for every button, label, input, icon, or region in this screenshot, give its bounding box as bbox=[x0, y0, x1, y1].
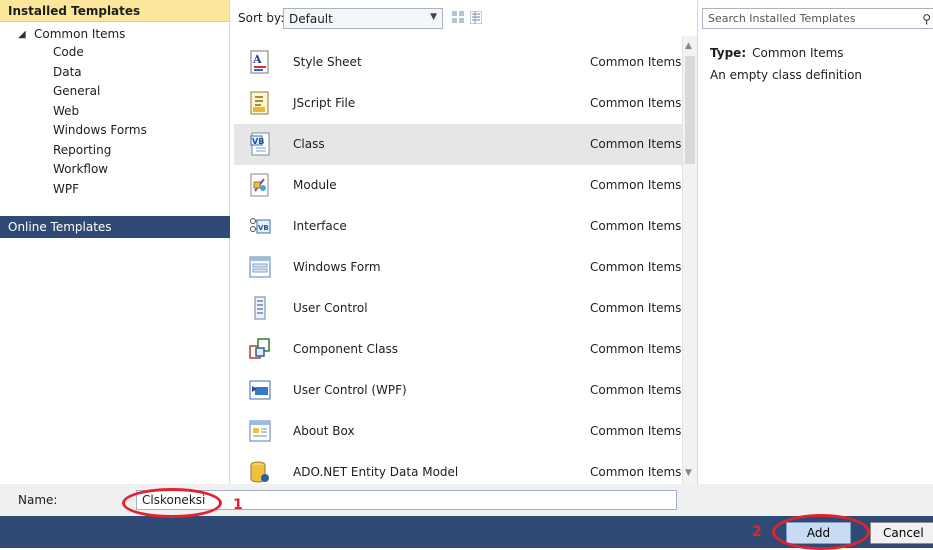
vb-class-icon: VB bbox=[250, 132, 270, 156]
scroll-down-icon[interactable]: ▼ bbox=[685, 468, 692, 478]
template-row[interactable]: VB Interface Common Items bbox=[234, 206, 682, 247]
template-name: About Box bbox=[293, 424, 355, 438]
svg-text:A: A bbox=[252, 53, 262, 66]
template-category: Common Items bbox=[590, 96, 682, 110]
tree-item-reporting[interactable]: Reporting bbox=[0, 141, 229, 161]
template-name: ADO.NET Entity Data Model bbox=[293, 465, 459, 479]
entity-data-model-icon bbox=[250, 461, 269, 483]
type-label: Type: bbox=[710, 46, 747, 60]
annotation-number-2: 2 bbox=[752, 524, 762, 540]
template-category: Common Items bbox=[590, 178, 682, 192]
windows-form-icon bbox=[249, 256, 271, 278]
annotation-circle-name bbox=[122, 488, 222, 518]
template-row[interactable]: JScript File Common Items bbox=[234, 83, 682, 124]
tree-item-general[interactable]: General bbox=[0, 82, 229, 102]
template-row[interactable]: About Box Common Items bbox=[234, 411, 682, 452]
wpf-user-control-icon bbox=[249, 380, 271, 400]
collapse-triangle-icon[interactable]: ◢ bbox=[18, 26, 26, 43]
sort-by-label: Sort by: bbox=[238, 11, 285, 25]
component-class-icon bbox=[249, 338, 270, 359]
cancel-button[interactable]: Cancel bbox=[870, 522, 933, 544]
annotation-number-1: 1 bbox=[233, 497, 243, 513]
tree-item-windows-forms[interactable]: Windows Forms bbox=[0, 121, 229, 141]
online-templates-header[interactable]: Online Templates bbox=[0, 216, 230, 238]
scroll-up-icon[interactable]: ▲ bbox=[685, 41, 692, 51]
installed-templates-header[interactable]: Installed Templates bbox=[0, 0, 229, 22]
template-row-selected[interactable]: VB Class Common Items bbox=[234, 124, 682, 165]
template-category: Common Items bbox=[590, 383, 682, 397]
type-line: Type: Common Items bbox=[710, 46, 844, 60]
module-icon bbox=[250, 173, 269, 197]
tree-root-label: Common Items bbox=[34, 27, 126, 41]
sort-by-select[interactable]: Default ▼ bbox=[283, 8, 443, 29]
name-label: Name: bbox=[18, 493, 58, 507]
template-name: Component Class bbox=[293, 342, 399, 356]
template-category: Common Items bbox=[590, 465, 682, 479]
template-name: Interface bbox=[293, 219, 347, 233]
interface-icon: VB bbox=[250, 218, 271, 234]
svg-text:VB: VB bbox=[258, 224, 269, 232]
list-view-icon[interactable] bbox=[470, 11, 482, 24]
svg-text:VB: VB bbox=[252, 137, 264, 146]
template-row[interactable]: User Control Common Items bbox=[234, 288, 682, 329]
search-icon[interactable]: ⚲ bbox=[922, 12, 931, 26]
template-row[interactable]: User Control (WPF) Common Items bbox=[234, 370, 682, 411]
template-name: JScript File bbox=[293, 96, 356, 110]
sort-by-value: Default bbox=[289, 12, 333, 26]
stylesheet-icon: A bbox=[250, 50, 269, 74]
scrollbar-thumb[interactable] bbox=[685, 56, 695, 164]
template-name: Windows Form bbox=[293, 260, 381, 274]
template-row[interactable]: Module Common Items bbox=[234, 165, 682, 206]
type-value: Common Items bbox=[752, 46, 844, 60]
template-name: User Control (WPF) bbox=[293, 383, 407, 397]
template-category: Common Items bbox=[590, 260, 682, 274]
user-control-icon bbox=[254, 296, 266, 320]
template-tree-panel: Installed Templates ◢ Common Items Code … bbox=[0, 0, 230, 484]
about-box-icon bbox=[249, 420, 271, 442]
annotation-circle-add bbox=[772, 514, 870, 550]
template-row[interactable]: ADO.NET Entity Data Model Common Items bbox=[234, 452, 682, 484]
tree-item-wpf[interactable]: WPF bbox=[0, 180, 229, 200]
list-toolbar: Sort by: Default ▼ bbox=[230, 0, 697, 36]
template-category: Common Items bbox=[590, 55, 682, 69]
tree-item-code[interactable]: Code bbox=[0, 43, 229, 63]
tree-item-data[interactable]: Data bbox=[0, 63, 229, 83]
jscript-icon bbox=[250, 91, 269, 115]
medium-icons-view-icon[interactable] bbox=[452, 11, 464, 24]
template-description: An empty class definition bbox=[710, 68, 863, 82]
template-category: Common Items bbox=[590, 424, 682, 438]
template-name: Class bbox=[293, 137, 325, 151]
template-name: Style Sheet bbox=[293, 55, 362, 69]
search-input[interactable]: Search Installed Templates ⚲ bbox=[702, 8, 933, 29]
template-category: Common Items bbox=[590, 301, 682, 315]
template-category: Common Items bbox=[590, 137, 682, 151]
search-placeholder: Search Installed Templates bbox=[708, 12, 856, 25]
chevron-down-icon: ▼ bbox=[430, 12, 437, 22]
template-name: User Control bbox=[293, 301, 368, 315]
details-panel: Search Installed Templates ⚲ Type: Common… bbox=[697, 0, 933, 484]
list-scrollbar[interactable]: ▲ ▼ bbox=[682, 36, 697, 484]
template-category: Common Items bbox=[590, 342, 682, 356]
template-name: Module bbox=[293, 178, 337, 192]
template-list: A Style Sheet Common Items JScript File … bbox=[230, 36, 682, 484]
template-row[interactable]: Windows Form Common Items bbox=[234, 247, 682, 288]
tree-root-common-items[interactable]: ◢ Common Items bbox=[0, 26, 229, 43]
template-row[interactable]: Component Class Common Items bbox=[234, 329, 682, 370]
tree-item-web[interactable]: Web bbox=[0, 102, 229, 122]
template-row[interactable]: A Style Sheet Common Items bbox=[234, 42, 682, 83]
template-category: Common Items bbox=[590, 219, 682, 233]
tree-item-workflow[interactable]: Workflow bbox=[0, 160, 229, 180]
